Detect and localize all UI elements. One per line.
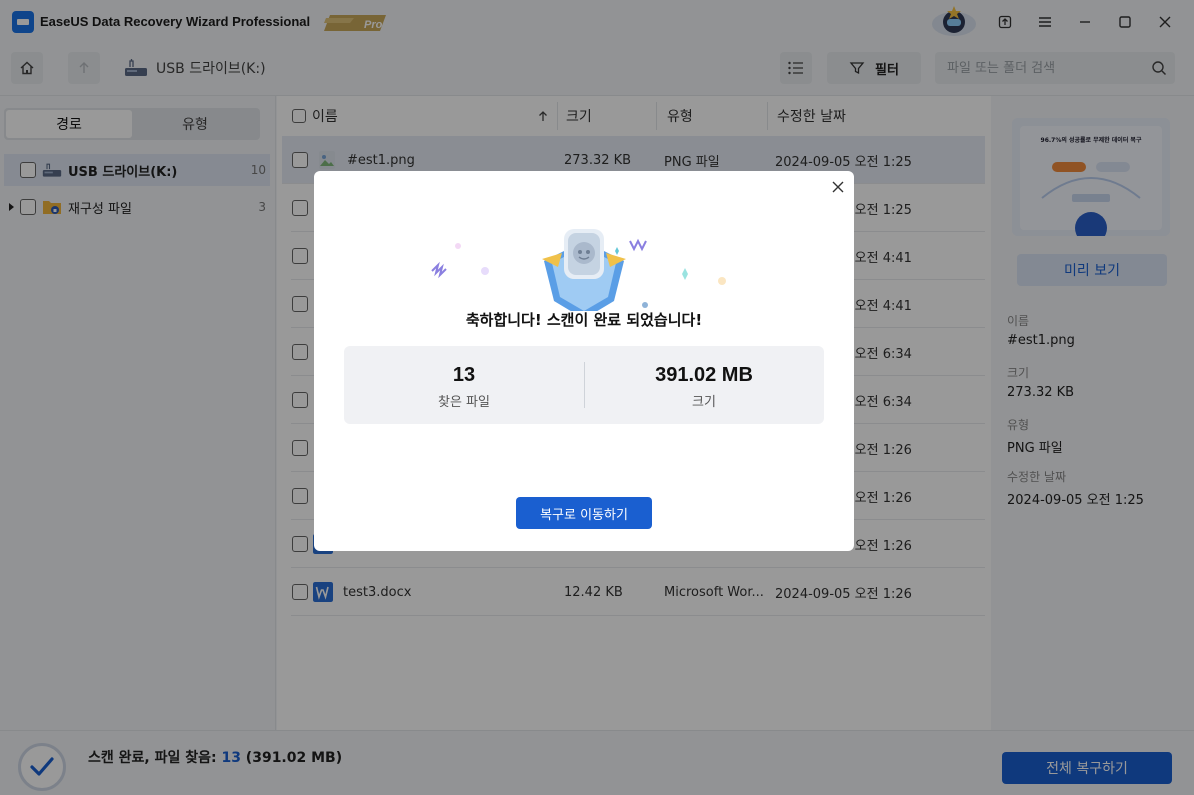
stat-label: 찾은 파일 xyxy=(438,395,490,410)
close-icon[interactable] xyxy=(830,179,846,195)
scan-stats: 13 찾은 파일 391.02 MB 크기 xyxy=(344,346,824,424)
dialog-title: 축하합니다! 스캔이 완료 되었습니다! xyxy=(465,311,703,329)
stat-label: 크기 xyxy=(692,395,716,410)
scan-complete-dialog: 축하합니다! 스캔이 완료 되었습니다! 13 찾은 파일 391.02 MB … xyxy=(314,171,854,551)
stat-value: 13 xyxy=(452,364,476,386)
stat-total-size: 391.02 MB 크기 xyxy=(584,364,824,410)
trophy-badge-icon xyxy=(431,229,726,311)
stat-value: 391.02 MB xyxy=(655,364,753,386)
go-to-recovery-button[interactable]: 복구로 이동하기 xyxy=(516,497,652,529)
stat-files-found: 13 찾은 파일 xyxy=(344,364,584,410)
